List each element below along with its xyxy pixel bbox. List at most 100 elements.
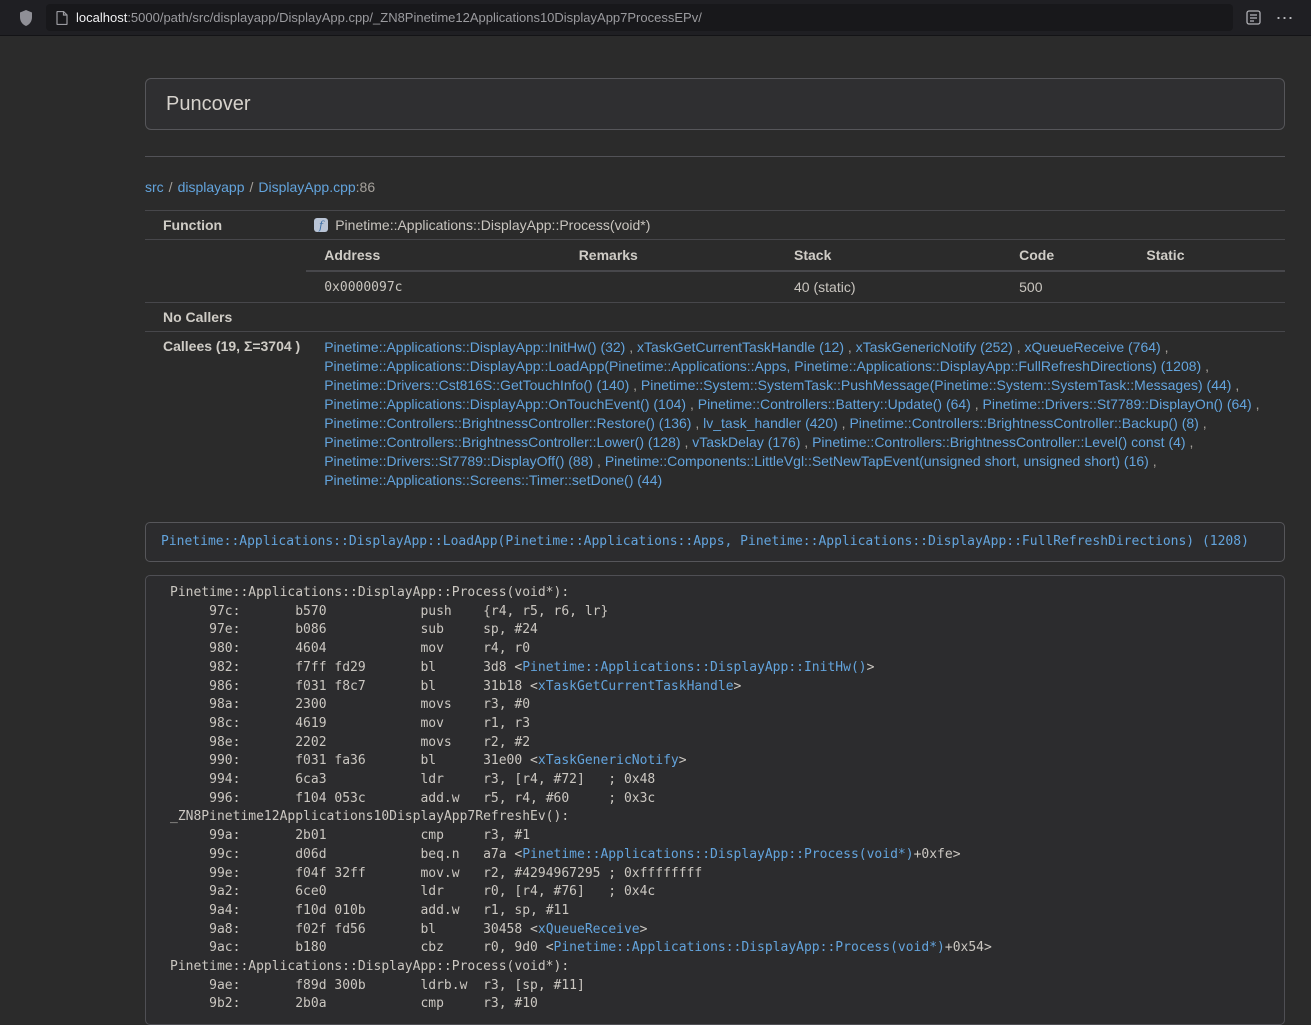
- callee-link[interactable]: Pinetime::Controllers::BrightnessControl…: [812, 434, 1185, 450]
- callee-link[interactable]: Pinetime::Applications::DisplayApp::Init…: [324, 339, 625, 355]
- col-address: Address: [306, 240, 560, 271]
- callee-separator: ,: [1161, 339, 1169, 355]
- reader-view-icon[interactable]: [1241, 6, 1265, 30]
- function-symbol-cell: f Pinetime::Applications::DisplayApp::Pr…: [306, 211, 1285, 240]
- disassembly-text: 9a8: f02f fd56 bl 30458 <: [170, 922, 538, 937]
- callee-link[interactable]: xTaskGenericNotify (252): [856, 339, 1013, 355]
- disassembly-symbol-link[interactable]: xTaskGenericNotify: [538, 753, 679, 768]
- callee-separator: ,: [625, 339, 637, 355]
- page-content: Puncover src/displayapp/DisplayApp.cpp:8…: [0, 36, 1311, 1025]
- disassembly-text: >: [679, 753, 687, 768]
- url-path: :5000/path/src/displayapp/DisplayApp.cpp…: [127, 10, 702, 25]
- callee-link[interactable]: xQueueReceive (764): [1025, 339, 1161, 355]
- disassembly-text: 99c: d06d beq.n a7a <: [170, 847, 522, 862]
- disassembly-code: Pinetime::Applications::DisplayApp::Proc…: [170, 584, 1269, 1014]
- callee-link[interactable]: Pinetime::Applications::DisplayApp::Load…: [324, 358, 1201, 374]
- callee-link[interactable]: Pinetime::Applications::Screens::Timer::…: [324, 472, 662, 488]
- disassembly-text: Pinetime::Applications::DisplayApp::Proc…: [170, 585, 569, 600]
- breadcrumb-line-number: :86: [356, 179, 375, 195]
- callee-separator: ,: [1231, 377, 1239, 393]
- callee-link[interactable]: Pinetime::Drivers::St7789::DisplayOn() (…: [983, 396, 1252, 412]
- tracking-protection-shield-icon[interactable]: [14, 6, 38, 30]
- disassembly-symbol-link[interactable]: Pinetime::Applications::DisplayApp::Init…: [522, 660, 866, 675]
- disassembly-text: _ZN8Pinetime12Applications10DisplayApp7R…: [170, 809, 569, 824]
- callee-separator: ,: [1013, 339, 1025, 355]
- no-callers-row: No Callers: [145, 303, 1285, 332]
- disassembly-text: 97c: b570 push {r4, r5, r6, lr}: [170, 604, 608, 619]
- callee-link[interactable]: lv_task_handler (420): [703, 415, 838, 431]
- callee-link[interactable]: Pinetime::Controllers::BrightnessControl…: [324, 415, 691, 431]
- callee-link[interactable]: Pinetime::Drivers::Cst816S::GetTouchInfo…: [324, 377, 629, 393]
- callees-row: Callees (19, Σ=3704 ) Pinetime::Applicat…: [145, 332, 1285, 497]
- address-value: 0x0000097c: [306, 271, 560, 302]
- disassembly-panel: Pinetime::Applications::DisplayApp::Proc…: [145, 575, 1285, 1025]
- callee-separator: ,: [686, 396, 698, 412]
- callee-link[interactable]: Pinetime::Controllers::BrightnessControl…: [324, 434, 680, 450]
- col-static: Static: [1128, 240, 1285, 271]
- disassembly-symbol-link[interactable]: xTaskGetCurrentTaskHandle: [538, 679, 734, 694]
- metrics-row-label: [145, 240, 306, 303]
- metrics-values-row: 0x0000097c 40 (static) 500: [306, 271, 1285, 302]
- disassembly-text: 994: 6ca3 ldr r3, [r4, #72] ; 0x48: [170, 772, 655, 787]
- callee-link[interactable]: Pinetime::System::SystemTask::PushMessag…: [641, 377, 1232, 393]
- page-info-icon: [56, 11, 68, 25]
- callee-separator: ,: [1149, 453, 1157, 469]
- disassembly-text: 982: f7ff fd29 bl 3d8 <: [170, 660, 522, 675]
- disassembly-text: 99a: 2b01 cmp r3, #1: [170, 828, 530, 843]
- callee-link[interactable]: Pinetime::Drivers::St7789::DisplayOff() …: [324, 453, 593, 469]
- disassembly-text: 996: f104 053c add.w r5, r4, #60 ; 0x3c: [170, 791, 655, 806]
- disassembly-text: 9ac: b180 cbz r0, 9d0 <: [170, 940, 554, 955]
- breadcrumb-link-src[interactable]: src: [145, 179, 164, 195]
- callee-link[interactable]: Pinetime::Controllers::Battery::Update()…: [698, 396, 971, 412]
- callee-link[interactable]: Pinetime::Applications::DisplayApp::OnTo…: [324, 396, 686, 412]
- col-stack: Stack: [776, 240, 1001, 271]
- callee-link[interactable]: Pinetime::Components::LittleVgl::SetNewT…: [605, 453, 1149, 469]
- callee-separator: ,: [1252, 396, 1260, 412]
- disassembly-text: 97e: b086 sub sp, #24: [170, 622, 538, 637]
- disassembly-text: 98a: 2300 movs r3, #0: [170, 697, 530, 712]
- callee-separator: ,: [1186, 434, 1194, 450]
- disassembly-text: +0xfe>: [914, 847, 961, 862]
- url-bar[interactable]: localhost:5000/path/src/displayapp/Displ…: [46, 4, 1233, 31]
- breadcrumb-separator: /: [169, 179, 173, 195]
- disassembly-text: 98c: 4619 mov r1, r3: [170, 716, 530, 731]
- code-size-value: 500: [1001, 271, 1128, 302]
- disassembly-symbol-link[interactable]: xQueueReceive: [538, 922, 640, 937]
- disassembly-text: 9a2: 6ce0 ldr r0, [r4, #76] ; 0x4c: [170, 884, 655, 899]
- function-symbol-icon: f: [313, 217, 329, 233]
- function-symbol-name: Pinetime::Applications::DisplayApp::Proc…: [335, 217, 650, 233]
- metrics-row: Address Remarks Stack Code Static 0x0000…: [145, 240, 1285, 303]
- disassembly-text: 9ae: f89d 300b ldrb.w r3, [sp, #11]: [170, 978, 585, 993]
- url-host: localhost: [76, 10, 127, 25]
- col-remarks: Remarks: [561, 240, 776, 271]
- disassembly-text: >: [867, 660, 875, 675]
- disassembly-text: Pinetime::Applications::DisplayApp::Proc…: [170, 959, 569, 974]
- callee-link[interactable]: Pinetime::Controllers::BrightnessControl…: [849, 415, 1198, 431]
- callee-link[interactable]: vTaskDelay (176): [692, 434, 800, 450]
- static-value: [1128, 271, 1285, 302]
- disassembly-symbol-link[interactable]: Pinetime::Applications::DisplayApp::Proc…: [554, 940, 945, 955]
- callee-separator: ,: [629, 377, 641, 393]
- disassembly-text: 990: f031 fa36 bl 31e00 <: [170, 753, 538, 768]
- col-code: Code: [1001, 240, 1128, 271]
- more-menu-icon[interactable]: ⋯: [1273, 6, 1297, 30]
- callee-separator: ,: [593, 453, 605, 469]
- breadcrumb-link-displayapp[interactable]: displayapp: [178, 179, 245, 195]
- breadcrumb-link-file[interactable]: DisplayApp.cpp: [258, 179, 355, 195]
- disassembly-text: 98e: 2202 movs r2, #2: [170, 735, 530, 750]
- browser-toolbar: localhost:5000/path/src/displayapp/Displ…: [0, 0, 1311, 36]
- disassembly-text: 986: f031 f8c7 bl 31b18 <: [170, 679, 538, 694]
- disassembly-text: +0x54>: [945, 940, 992, 955]
- callee-link[interactable]: xTaskGetCurrentTaskHandle (12): [637, 339, 844, 355]
- disassembly-text: 99e: f04f 32ff mov.w r2, #4294967295 ; 0…: [170, 866, 702, 881]
- callee-separator: ,: [844, 339, 856, 355]
- no-callers-label: No Callers: [145, 303, 306, 332]
- callee-separator: ,: [1199, 415, 1207, 431]
- breadcrumb-separator: /: [250, 179, 254, 195]
- more-menu-glyph: ⋯: [1276, 9, 1295, 27]
- disassembly-symbol-link[interactable]: Pinetime::Applications::DisplayApp::Proc…: [522, 847, 913, 862]
- url-text: localhost:5000/path/src/displayapp/Displ…: [76, 10, 702, 25]
- app-header: Puncover: [145, 78, 1285, 130]
- callee-separator: ,: [681, 434, 693, 450]
- function-row: Function f Pinetime::Applications::Displ…: [145, 211, 1285, 240]
